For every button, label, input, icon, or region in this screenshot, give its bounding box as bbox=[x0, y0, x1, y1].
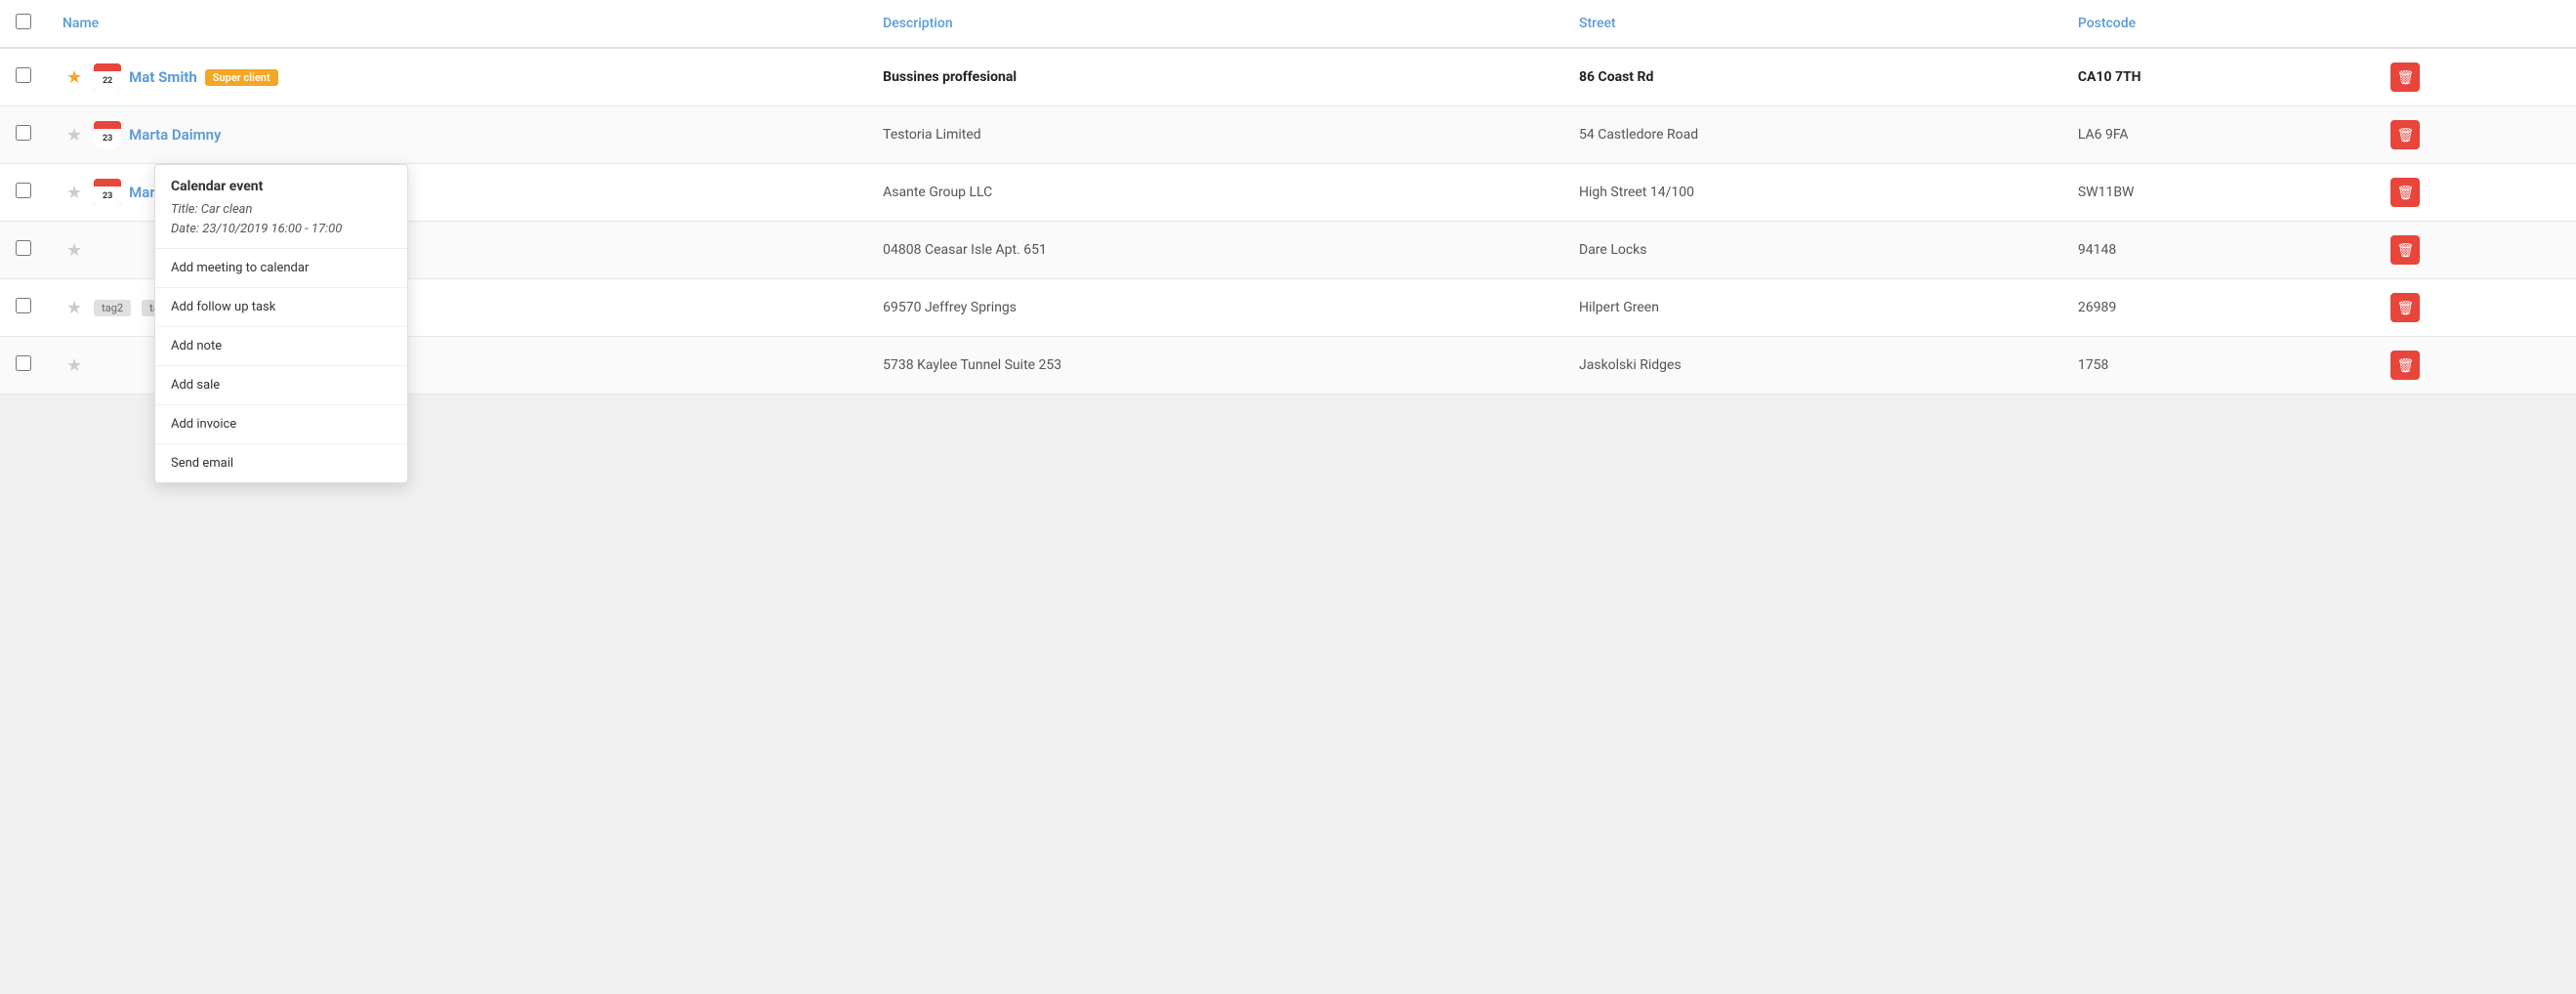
delete-button[interactable]: 🗑 bbox=[2390, 178, 2420, 207]
col-checkbox bbox=[0, 0, 47, 48]
calendar-icon[interactable]: 23 bbox=[94, 121, 121, 148]
row-checkbox[interactable] bbox=[16, 67, 31, 83]
delete-button[interactable]: 🗑 bbox=[2390, 62, 2420, 92]
popup-menu-item[interactable]: Add note bbox=[155, 327, 407, 366]
row-checkbox[interactable] bbox=[16, 240, 31, 256]
popup-event-date: Date: 23/10/2019 16:00 - 17:00 bbox=[171, 220, 392, 239]
col-postcode: Postcode bbox=[2062, 0, 2376, 48]
row-checkbox-cell bbox=[0, 337, 47, 394]
postcode-cell: 1758 bbox=[2062, 337, 2376, 394]
street-cell: High Street 14/100 bbox=[1563, 164, 2062, 222]
row-checkbox[interactable] bbox=[16, 183, 31, 198]
col-street: Street bbox=[1563, 0, 2062, 48]
row-checkbox-cell bbox=[0, 48, 47, 106]
col-name: Name bbox=[47, 0, 867, 48]
row-checkbox-cell bbox=[0, 164, 47, 222]
star-icon[interactable]: ★ bbox=[66, 125, 82, 145]
name-cell: ★23Martin KowalskyVIPCalendar eventTitle… bbox=[47, 164, 867, 222]
actions-cell: 🗑 bbox=[2375, 222, 2576, 279]
star-icon[interactable]: ★ bbox=[66, 298, 82, 318]
postcode-cell: CA10 7TH bbox=[2062, 48, 2376, 106]
popup-menu-item[interactable]: Add invoice bbox=[155, 405, 407, 444]
street-cell: Jaskolski Ridges bbox=[1563, 337, 2062, 394]
description-cell: 5738 Kaylee Tunnel Suite 253 bbox=[867, 337, 1563, 394]
street-cell: Hilpert Green bbox=[1563, 279, 2062, 337]
contact-badge: Super client bbox=[205, 69, 278, 86]
description-cell: 69570 Jeffrey Springs bbox=[867, 279, 1563, 337]
row-checkbox-cell bbox=[0, 106, 47, 164]
actions-cell: 🗑 bbox=[2375, 279, 2576, 337]
delete-button[interactable]: 🗑 bbox=[2390, 120, 2420, 149]
description-cell: Testoria Limited bbox=[867, 106, 1563, 164]
star-icon[interactable]: ★ bbox=[66, 183, 82, 203]
popup-title: Calendar event bbox=[171, 179, 392, 194]
description-cell: Asante Group LLC bbox=[867, 164, 1563, 222]
postcode-cell: 94148 bbox=[2062, 222, 2376, 279]
calendar-icon[interactable]: 23 bbox=[94, 179, 121, 206]
popup-menu-item[interactable]: Send email bbox=[155, 444, 407, 482]
star-icon[interactable]: ★ bbox=[66, 67, 82, 88]
name-cell: ★ 23 Marta Daimny bbox=[47, 106, 867, 164]
select-all-checkbox[interactable] bbox=[16, 14, 31, 29]
popup-event-title: Title: Car clean bbox=[171, 200, 392, 220]
row-checkbox[interactable] bbox=[16, 298, 31, 313]
calendar-icon[interactable]: 22 bbox=[94, 63, 121, 91]
col-description: Description bbox=[867, 0, 1563, 48]
popup-menu-item[interactable]: Add sale bbox=[155, 366, 407, 405]
name-cell: ★ 22 Mat Smith Super client bbox=[47, 48, 867, 106]
context-popup: Calendar event Title: Car cleanDate: 23/1… bbox=[154, 164, 408, 483]
table-header: Name Description Street Postcode bbox=[0, 0, 2576, 48]
street-cell: 86 Coast Rd bbox=[1563, 48, 2062, 106]
star-icon[interactable]: ★ bbox=[66, 240, 82, 261]
col-actions bbox=[2375, 0, 2576, 48]
postcode-cell: SW11BW bbox=[2062, 164, 2376, 222]
row-checkbox[interactable] bbox=[16, 125, 31, 141]
table-row: ★23Martin KowalskyVIPCalendar eventTitle… bbox=[0, 164, 2576, 222]
contact-name[interactable]: Marta Daimny bbox=[129, 126, 221, 144]
delete-button[interactable]: 🗑 bbox=[2390, 293, 2420, 322]
postcode-cell: 26989 bbox=[2062, 279, 2376, 337]
actions-cell: 🗑 bbox=[2375, 48, 2576, 106]
street-cell: Dare Locks bbox=[1563, 222, 2062, 279]
delete-button[interactable]: 🗑 bbox=[2390, 351, 2420, 380]
actions-cell: 🗑 bbox=[2375, 337, 2576, 394]
table-row: ★ 23 Marta Daimny Testoria Limited54 Castle… bbox=[0, 106, 2576, 164]
popup-menu-item[interactable]: Add meeting to calendar bbox=[155, 249, 407, 288]
street-cell: 54 Castledore Road bbox=[1563, 106, 2062, 164]
description-cell: 04808 Ceasar Isle Apt. 651 bbox=[867, 222, 1563, 279]
star-icon[interactable]: ★ bbox=[66, 355, 82, 376]
row-checkbox[interactable] bbox=[16, 355, 31, 371]
delete-button[interactable]: 🗑 bbox=[2390, 235, 2420, 265]
table-row: ★ 22 Mat Smith Super client Bussines proffes… bbox=[0, 48, 2576, 106]
description-cell: Bussines proffesional bbox=[867, 48, 1563, 106]
actions-cell: 🗑 bbox=[2375, 106, 2576, 164]
postcode-cell: LA6 9FA bbox=[2062, 106, 2376, 164]
row-checkbox-cell bbox=[0, 279, 47, 337]
actions-cell: 🗑 bbox=[2375, 164, 2576, 222]
popup-menu-item[interactable]: Add follow up task bbox=[155, 288, 407, 327]
contact-tag: tag2 bbox=[94, 300, 131, 316]
contact-name[interactable]: Mat Smith bbox=[129, 68, 197, 86]
row-checkbox-cell bbox=[0, 222, 47, 279]
